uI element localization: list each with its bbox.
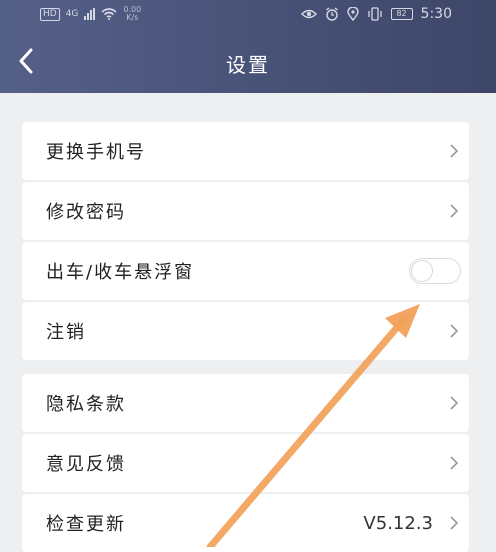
annotation-arrow-icon [206,304,420,547]
